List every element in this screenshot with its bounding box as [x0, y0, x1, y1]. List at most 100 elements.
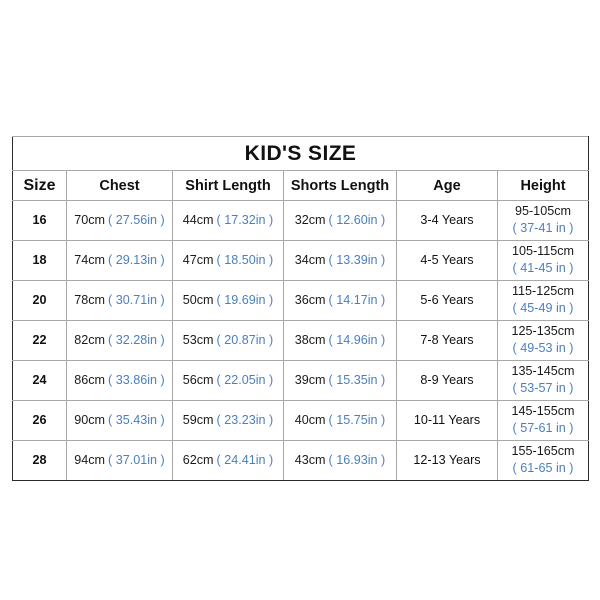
cell-shorts-length: 43cm( 16.93in ) [283, 440, 397, 481]
cell-shorts-length: 34cm( 13.39in ) [283, 240, 397, 281]
value-inch: ( 57-61 in ) [512, 421, 574, 435]
value-inch: ( 15.75in ) [328, 412, 386, 427]
cell-size: 24 [12, 360, 67, 401]
value-cm: 38cm [294, 332, 326, 347]
column-header-height: Height [497, 170, 589, 201]
cell-chest: 70cm( 27.56in ) [66, 200, 173, 241]
value-cm: 135-145cm [511, 364, 575, 379]
table-body: 16 70cm( 27.56in ) 44cm( 17.32in ) 32cm(… [12, 200, 589, 481]
value-cm: 95-105cm [514, 204, 571, 219]
column-header-age: Age [396, 170, 498, 201]
value-inch: ( 23.23in ) [216, 412, 274, 427]
column-header-shorts-length: Shorts Length [283, 170, 397, 201]
value-cm: 53cm [182, 332, 214, 347]
cell-shirt-length: 50cm( 19.69in ) [172, 280, 284, 321]
cell-height: 125-135cm ( 49-53 in ) [497, 320, 589, 361]
cell-age: 3-4 Years [396, 200, 498, 241]
column-header-size: Size [12, 170, 67, 201]
value-inch: ( 14.96in ) [328, 332, 386, 347]
value-cm: 43cm [294, 452, 326, 467]
value-inch: ( 41-45 in ) [512, 261, 574, 275]
value-inch: ( 45-49 in ) [512, 301, 574, 315]
cell-height: 95-105cm ( 37-41 in ) [497, 200, 589, 241]
cell-shirt-length: 47cm( 18.50in ) [172, 240, 284, 281]
table-row: 18 74cm( 29.13in ) 47cm( 18.50in ) 34cm(… [12, 240, 589, 281]
cell-age: 4-5 Years [396, 240, 498, 281]
cell-shirt-length: 59cm( 23.23in ) [172, 400, 284, 441]
value-cm: 115-125cm [511, 284, 575, 299]
cell-height: 105-115cm ( 41-45 in ) [497, 240, 589, 281]
value-cm: 39cm [294, 372, 326, 387]
page-title: KID'S SIZE [244, 141, 357, 165]
value-inch: ( 19.69in ) [216, 292, 274, 307]
cell-height: 155-165cm ( 61-65 in ) [497, 440, 589, 481]
cell-size: 28 [12, 440, 67, 481]
value-inch: ( 15.35in ) [328, 372, 386, 387]
value-cm: 34cm [294, 252, 326, 267]
cell-age: 8-9 Years [396, 360, 498, 401]
value-cm: 70cm [74, 212, 106, 227]
value-inch: ( 17.32in ) [216, 212, 274, 227]
cell-chest: 82cm( 32.28in ) [66, 320, 173, 361]
chart-title-cell: KID'S SIZE [12, 136, 589, 171]
cell-age: 5-6 Years [396, 280, 498, 321]
cell-size: 20 [12, 280, 67, 321]
value-cm: 82cm [74, 332, 106, 347]
value-cm: 47cm [182, 252, 214, 267]
cell-size: 18 [12, 240, 67, 281]
table-row: 16 70cm( 27.56in ) 44cm( 17.32in ) 32cm(… [12, 200, 589, 241]
value-cm: 94cm [74, 452, 106, 467]
cell-shorts-length: 39cm( 15.35in ) [283, 360, 397, 401]
value-cm: 145-155cm [511, 404, 575, 419]
value-inch: ( 30.71in ) [108, 292, 165, 307]
cell-size: 22 [12, 320, 67, 361]
cell-shirt-length: 56cm( 22.05in ) [172, 360, 284, 401]
cell-chest: 90cm( 35.43in ) [66, 400, 173, 441]
value-cm: 155-165cm [511, 444, 575, 459]
value-cm: 50cm [182, 292, 214, 307]
table-row: 26 90cm( 35.43in ) 59cm( 23.23in ) 40cm(… [12, 400, 589, 441]
cell-height: 115-125cm ( 45-49 in ) [497, 280, 589, 321]
value-cm: 78cm [74, 292, 106, 307]
column-header-chest: Chest [66, 170, 173, 201]
cell-age: 7-8 Years [396, 320, 498, 361]
value-cm: 86cm [74, 372, 106, 387]
value-cm: 125-135cm [511, 324, 575, 339]
table-row: 28 94cm( 37.01in ) 62cm( 24.41in ) 43cm(… [12, 440, 589, 481]
value-cm: 62cm [182, 452, 214, 467]
cell-shirt-length: 44cm( 17.32in ) [172, 200, 284, 241]
value-inch: ( 13.39in ) [328, 252, 386, 267]
cell-age: 10-11 Years [396, 400, 498, 441]
value-inch: ( 61-65 in ) [512, 461, 574, 475]
cell-shirt-length: 62cm( 24.41in ) [172, 440, 284, 481]
cell-chest: 86cm( 33.86in ) [66, 360, 173, 401]
table-row: 22 82cm( 32.28in ) 53cm( 20.87in ) 38cm(… [12, 320, 589, 361]
value-cm: 74cm [74, 252, 106, 267]
value-cm: 90cm [74, 412, 106, 427]
value-inch: ( 12.60in ) [328, 212, 386, 227]
value-inch: ( 14.17in ) [328, 292, 386, 307]
value-inch: ( 53-57 in ) [512, 381, 574, 395]
value-inch: ( 16.93in ) [328, 452, 386, 467]
value-inch: ( 37.01in ) [108, 452, 165, 467]
value-cm: 105-115cm [511, 244, 575, 259]
value-cm: 44cm [182, 212, 214, 227]
cell-height: 145-155cm ( 57-61 in ) [497, 400, 589, 441]
value-inch: ( 32.28in ) [108, 332, 165, 347]
value-cm: 40cm [294, 412, 326, 427]
value-inch: ( 33.86in ) [108, 372, 165, 387]
value-inch: ( 27.56in ) [108, 212, 165, 227]
cell-size: 16 [12, 200, 67, 241]
value-cm: 59cm [182, 412, 214, 427]
cell-chest: 78cm( 30.71in ) [66, 280, 173, 321]
cell-chest: 74cm( 29.13in ) [66, 240, 173, 281]
table-title-row: KID'S SIZE [12, 136, 589, 171]
cell-shorts-length: 32cm( 12.60in ) [283, 200, 397, 241]
kids-size-chart-table: KID'S SIZE Size Chest Shirt Length Short… [12, 136, 589, 481]
page-root: KID'S SIZE Size Chest Shirt Length Short… [0, 0, 600, 600]
value-inch: ( 49-53 in ) [512, 341, 574, 355]
cell-age: 12-13 Years [396, 440, 498, 481]
cell-shorts-length: 40cm( 15.75in ) [283, 400, 397, 441]
cell-shorts-length: 38cm( 14.96in ) [283, 320, 397, 361]
cell-size: 26 [12, 400, 67, 441]
